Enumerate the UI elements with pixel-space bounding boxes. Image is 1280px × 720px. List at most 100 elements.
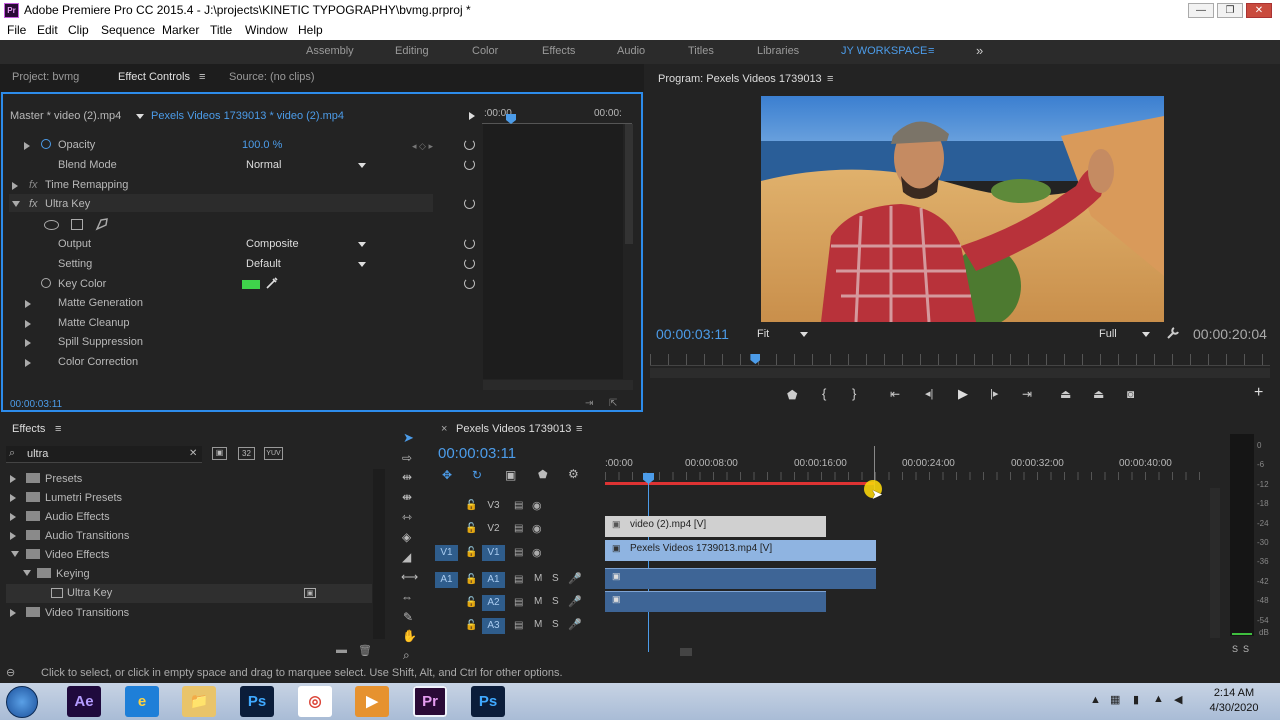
sync-lock-icon[interactable]: ▤ bbox=[514, 523, 523, 534]
track-a3-target[interactable]: A3 bbox=[482, 618, 505, 634]
eyedropper-icon[interactable] bbox=[265, 276, 279, 290]
fit-dropdown-icon[interactable] bbox=[800, 332, 808, 337]
menu-window[interactable]: Window bbox=[245, 23, 288, 37]
taskbar-app-icon[interactable]: ▶ bbox=[355, 686, 389, 717]
effects-item-video-transitions[interactable]: Video Transitions bbox=[45, 607, 129, 619]
key-color-swatch[interactable] bbox=[242, 280, 260, 289]
menu-help[interactable]: Help bbox=[298, 23, 323, 37]
tray-volume-icon[interactable]: ◀ bbox=[1174, 693, 1182, 706]
selection-tool-icon[interactable]: ➤ bbox=[403, 430, 414, 446]
step-back-icon[interactable]: ◂| bbox=[925, 387, 933, 400]
lock-icon[interactable]: 🔓 bbox=[465, 597, 477, 608]
workspace-color[interactable]: Color bbox=[472, 45, 498, 57]
meter-solo-right[interactable]: S bbox=[1243, 644, 1249, 654]
eye-icon[interactable]: ◉ bbox=[532, 546, 542, 559]
effects-item-keying[interactable]: Keying bbox=[56, 568, 90, 580]
sync-lock-icon[interactable]: ▤ bbox=[514, 574, 523, 585]
output-dropdown-icon[interactable] bbox=[358, 242, 366, 247]
export-frame-icon[interactable]: ◙ bbox=[1127, 387, 1134, 401]
presets-expand-icon[interactable] bbox=[10, 475, 16, 483]
yuv-effects-icon[interactable]: YUV bbox=[264, 447, 283, 460]
solo-button[interactable]: S bbox=[552, 596, 559, 607]
mark-in-icon[interactable]: { bbox=[822, 386, 826, 401]
menu-clip[interactable]: Clip bbox=[68, 23, 89, 37]
audio-effects-expand-icon[interactable] bbox=[10, 513, 16, 521]
workspace-jy[interactable]: JY WORKSPACE bbox=[841, 45, 927, 57]
clock-date[interactable]: 4/30/2020 bbox=[1205, 702, 1263, 714]
clock-time[interactable]: 2:14 AM bbox=[1210, 687, 1258, 699]
program-title[interactable]: Program: Pexels Videos 1739013 bbox=[658, 73, 822, 85]
track-select-tool-icon[interactable]: ⇨ bbox=[402, 451, 412, 465]
time-remap-expand-icon[interactable] bbox=[12, 182, 18, 190]
opacity-reset-icon[interactable] bbox=[464, 139, 475, 150]
lock-icon[interactable]: 🔓 bbox=[465, 620, 477, 631]
32bit-effects-icon[interactable]: 32 bbox=[238, 447, 255, 460]
hand-tool-icon[interactable]: ✋ bbox=[402, 629, 417, 643]
button-editor-icon[interactable]: + bbox=[1254, 384, 1263, 402]
snap-icon[interactable]: ↻ bbox=[472, 468, 482, 482]
resolution-dropdown-icon[interactable] bbox=[1142, 332, 1150, 337]
matte-generation-expand-icon[interactable] bbox=[25, 300, 31, 308]
matte-generation-label[interactable]: Matte Generation bbox=[58, 297, 143, 309]
track-a1-target[interactable]: A1 bbox=[482, 572, 505, 588]
rate-stretch-tool-icon[interactable]: ⇿ bbox=[402, 510, 412, 524]
keyframe-nav-icon[interactable]: ◂ ◇ ▸ bbox=[412, 141, 433, 152]
color-correction-label[interactable]: Color Correction bbox=[58, 356, 138, 368]
timeline-h-scroll[interactable] bbox=[680, 648, 692, 656]
ec-scrollbar[interactable] bbox=[625, 124, 633, 244]
master-dropdown-icon[interactable] bbox=[136, 114, 144, 119]
blend-reset-icon[interactable] bbox=[464, 159, 475, 170]
effects-item-audio-transitions[interactable]: Audio Transitions bbox=[45, 530, 129, 542]
opacity-expand-icon[interactable] bbox=[24, 142, 30, 150]
sync-lock-icon[interactable]: ▤ bbox=[514, 500, 523, 511]
workspace-titles[interactable]: Titles bbox=[688, 45, 714, 57]
ultra-key-fx-icon[interactable]: fx bbox=[29, 198, 38, 210]
tab-effect-controls[interactable]: Effect Controls bbox=[118, 71, 190, 83]
workspace-menu-icon[interactable]: ≡ bbox=[928, 45, 934, 57]
timeline-v-scroll[interactable] bbox=[1210, 488, 1220, 638]
sync-lock-icon[interactable]: ▤ bbox=[514, 597, 523, 608]
tab-source[interactable]: Source: (no clips) bbox=[229, 71, 315, 83]
tray-battery-icon[interactable]: ▮ bbox=[1133, 693, 1139, 706]
program-time-ruler[interactable] bbox=[650, 354, 1270, 366]
effects-item-video-effects[interactable]: Video Effects bbox=[45, 549, 109, 561]
lock-icon[interactable]: 🔓 bbox=[465, 500, 477, 511]
setting-select[interactable]: Default bbox=[246, 258, 281, 270]
opacity-value[interactable]: 100.0 % bbox=[242, 139, 282, 151]
source-patch-a1[interactable]: A1 bbox=[435, 572, 458, 588]
microphone-icon[interactable]: 🎤 bbox=[568, 595, 582, 608]
lift-icon[interactable]: ⏏ bbox=[1060, 387, 1071, 401]
audio-transitions-expand-icon[interactable] bbox=[10, 532, 16, 540]
rectangle-mask-icon[interactable] bbox=[71, 219, 83, 230]
ec-timecode[interactable]: 00:00:03:11 bbox=[10, 399, 62, 410]
mark-out-icon[interactable]: } bbox=[852, 386, 856, 401]
clip-audio-a2[interactable]: ▣ bbox=[605, 591, 826, 612]
timeline-menu-icon[interactable]: ≡ bbox=[576, 423, 582, 435]
timeline-title[interactable]: Pexels Videos 1739013 bbox=[456, 423, 571, 435]
program-timecode[interactable]: 00:00:03:11 bbox=[656, 326, 729, 342]
program-menu-icon[interactable]: ≡ bbox=[827, 73, 833, 85]
new-bin-icon[interactable]: ▬ bbox=[336, 644, 347, 656]
slide-tool-icon[interactable]: ⇔ bbox=[401, 590, 413, 604]
workspace-overflow-icon[interactable]: » bbox=[976, 43, 983, 58]
key-color-stopwatch-icon[interactable] bbox=[41, 278, 51, 288]
menu-file[interactable]: File bbox=[7, 23, 26, 37]
sync-lock-icon[interactable]: ▤ bbox=[514, 620, 523, 631]
program-video-frame[interactable] bbox=[761, 96, 1164, 322]
ec-export-icon[interactable]: ⇱ bbox=[609, 398, 617, 409]
output-select[interactable]: Composite bbox=[246, 238, 299, 250]
solo-button[interactable]: S bbox=[552, 619, 559, 630]
menu-edit[interactable]: Edit bbox=[37, 23, 58, 37]
menu-marker[interactable]: Marker bbox=[162, 23, 199, 37]
fx-icon[interactable]: fx bbox=[29, 179, 38, 191]
tab-project[interactable]: Project: bvmg bbox=[12, 71, 79, 83]
effects-item-presets[interactable]: Presets bbox=[45, 473, 82, 485]
blend-mode-select[interactable]: Normal bbox=[246, 159, 281, 171]
sequence-clip-label[interactable]: Pexels Videos 1739013 * video (2).mp4 bbox=[151, 110, 344, 122]
taskbar-app-icon[interactable]: Ps bbox=[240, 686, 274, 717]
track-v1-target[interactable]: V1 bbox=[482, 545, 505, 561]
workspace-effects[interactable]: Effects bbox=[542, 45, 575, 57]
close-button[interactable]: ✕ bbox=[1246, 3, 1272, 18]
extract-icon[interactable]: ⏏ bbox=[1093, 387, 1104, 401]
fit-select[interactable]: Fit bbox=[757, 328, 769, 340]
